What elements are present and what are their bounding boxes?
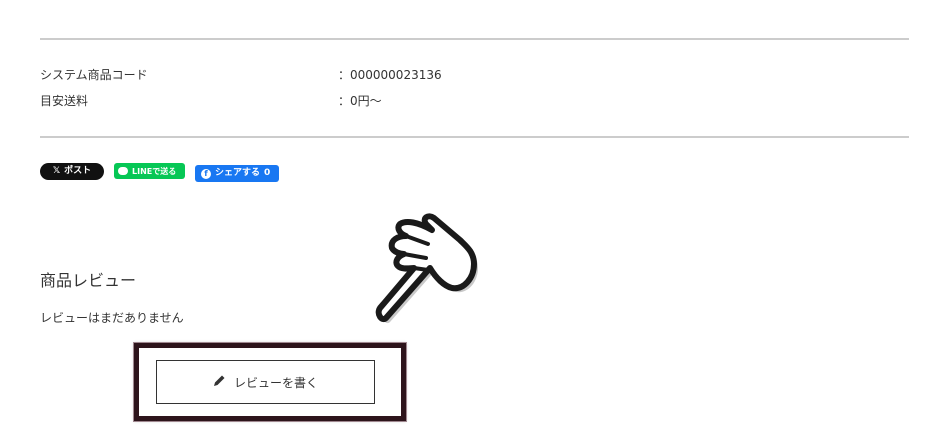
facebook-share-button[interactable]: f シェアする 0 [195,165,279,182]
line-send-button[interactable]: LINEで送る [114,163,185,179]
line-chat-icon [118,167,128,175]
pointing-hand-icon [370,212,480,332]
write-review-label: レビューを書く [233,375,318,390]
bottom-divider [40,136,909,138]
spec-label-product-code: システム商品コード [40,68,148,82]
write-review-button[interactable]: レビューを書く [156,360,375,404]
x-post-label: ポスト [64,166,92,176]
pencil-icon [213,374,226,390]
spec-label-shipping: 目安送料 [40,94,89,108]
top-divider [40,38,909,40]
line-send-label: LINEで送る [132,166,177,176]
reviews-empty-text: レビューはまだありません [40,311,184,325]
facebook-share-count: 0 [264,168,271,178]
spec-value-shipping: ：0円〜 [338,94,382,108]
spec-value-product-code: ：000000023136 [338,68,442,82]
x-logo-icon: 𝕏 [52,166,61,176]
x-post-button[interactable]: 𝕏 ポスト [40,163,104,180]
facebook-share-label: シェアする [215,168,261,178]
reviews-title: 商品レビュー [40,271,137,290]
facebook-logo-icon: f [201,168,211,179]
